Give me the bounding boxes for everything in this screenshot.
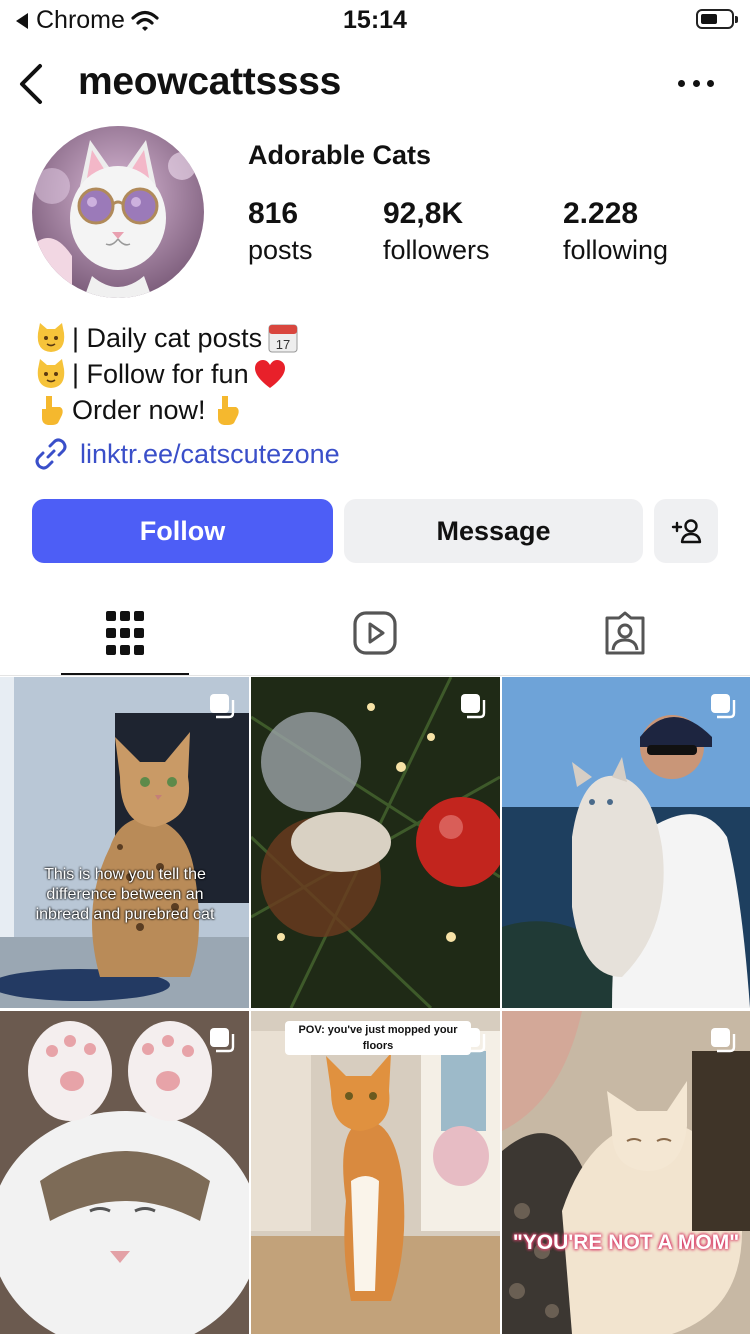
followers-count: 92,8K <box>383 197 464 230</box>
divider <box>0 675 750 676</box>
stat-following[interactable]: 2.228 following <box>563 196 668 268</box>
bio-line: | Follow for fun <box>34 356 300 392</box>
bio-line: Order now! <box>34 392 300 428</box>
reels-icon <box>353 611 397 655</box>
multiple-posts-icon <box>210 1028 235 1053</box>
profile-tabs <box>0 590 750 676</box>
post-thumbnail[interactable]: This is how you tell the difference betw… <box>0 677 249 1008</box>
link-icon <box>35 438 67 470</box>
bio-text: | Daily cat posts <box>72 323 263 353</box>
clock: 15:14 <box>343 6 407 34</box>
bio-link[interactable]: linktr.ee/catscutezone <box>34 437 340 471</box>
posts-grid: This is how you tell the difference betw… <box>0 677 750 1334</box>
stat-followers[interactable]: 92,8K followers <box>383 196 490 268</box>
cat-face-emoji-icon <box>37 359 65 388</box>
cat-face-emoji-icon <box>37 323 65 352</box>
pointing-down-emoji-icon <box>42 396 63 425</box>
red-heart-emoji-icon <box>254 360 285 388</box>
post-thumbnail[interactable]: "YOU'RE NOT A MOM" <box>502 1011 750 1334</box>
followers-label: followers <box>383 235 490 265</box>
bio-text: Order now! <box>72 395 206 425</box>
profile-username: meowcattssss <box>78 60 342 103</box>
multiple-posts-icon <box>461 694 486 719</box>
multiple-posts-icon <box>461 1028 486 1053</box>
post-caption: POV: you've just mopped your floors <box>285 1021 471 1055</box>
multiple-posts-icon <box>210 694 235 719</box>
bio-text: | Follow for fun <box>72 359 249 389</box>
multiple-posts-icon <box>711 1028 736 1053</box>
post-caption: This is how you tell the difference betw… <box>35 866 215 923</box>
chevron-left-icon <box>20 64 42 104</box>
post-caption: "YOU'RE NOT A MOM" <box>512 1231 740 1254</box>
display-name: Adorable Cats <box>248 140 432 170</box>
follow-button[interactable]: Follow <box>32 499 333 563</box>
add-person-icon <box>671 519 702 544</box>
following-label: following <box>563 235 669 265</box>
tagged-icon <box>605 611 645 655</box>
svg-text:17: 17 <box>276 337 290 352</box>
stat-posts[interactable]: 816 posts <box>248 196 313 268</box>
post-thumbnail[interactable] <box>0 1011 249 1334</box>
post-thumbnail[interactable] <box>251 677 500 1008</box>
posts-count: 816 <box>248 197 299 230</box>
tab-tagged[interactable] <box>561 590 689 676</box>
status-bar: Chrome 15:14 <box>0 0 750 40</box>
bio: | Daily cat posts 17 | Follow for fun Or… <box>34 320 300 428</box>
calendar-emoji-icon: 17 <box>268 324 298 353</box>
multiple-posts-icon <box>711 694 736 719</box>
link-text[interactable]: linktr.ee/catscutezone <box>80 439 340 470</box>
battery-icon <box>696 9 738 29</box>
bio-line: | Daily cat posts 17 <box>34 320 300 356</box>
tab-posts-grid[interactable] <box>61 590 189 676</box>
grid-icon <box>106 611 144 655</box>
suggested-users-button[interactable] <box>654 499 718 563</box>
back-button[interactable] <box>14 62 54 106</box>
more-options-icon[interactable] <box>678 80 714 88</box>
pointing-down-emoji-icon <box>217 396 239 425</box>
posts-label: posts <box>248 235 313 265</box>
avatar[interactable] <box>32 126 204 298</box>
post-thumbnail[interactable] <box>502 677 750 1008</box>
message-button[interactable]: Message <box>344 499 643 563</box>
following-count: 2.228 <box>563 197 639 230</box>
tab-reels[interactable] <box>311 590 439 676</box>
post-thumbnail[interactable]: POV: you've just mopped your floors <box>251 1011 500 1334</box>
